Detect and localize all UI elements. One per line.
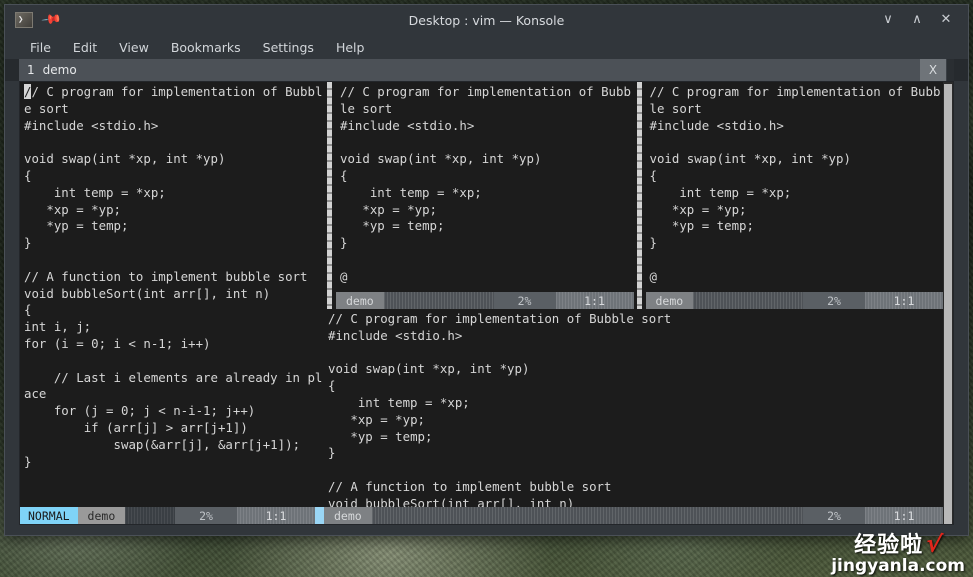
window-controls: ∨ ∧ ✕ [880,12,962,28]
vim-file-left: demo [77,507,126,524]
menu-item-help[interactable]: Help [325,38,376,57]
pin-icon[interactable]: 📌 [40,9,62,31]
close-button[interactable]: ✕ [938,12,954,28]
vim-pane-left[interactable]: // C program for implementation of Bubbl… [20,82,324,524]
menu-item-settings[interactable]: Settings [252,38,325,57]
watermark-url: jingyanla.com [831,556,965,576]
close-tab-button[interactable]: X [920,59,946,81]
check-icon: √ [924,529,944,559]
window-titlebar: 📌 Desktop : vim — Konsole ∨ ∧ ✕ [5,5,968,35]
vim-file-middle: demo [336,292,384,309]
vim-pane-middle-text[interactable]: // C program for implementation of Bubbl… [336,82,634,292]
minimize-button[interactable]: ∨ [880,12,896,28]
terminal-area[interactable]: // C program for implementation of Bubbl… [19,81,954,525]
vim-statusline-right: demo 2% 1:1 [645,292,943,309]
terminal-scrollbar-thumb[interactable] [944,84,952,524]
menu-item-edit[interactable]: Edit [62,38,108,57]
vim-statusline-filler-middle [383,292,494,309]
vim-pane-bottom-text[interactable]: // C program for implementation of Bubbl… [324,309,943,507]
konsole-window: 📌 Desktop : vim — Konsole ∨ ∧ ✕ File Edi… [4,4,969,536]
vim-percent-left: 2% [175,507,237,524]
tab-number: 1 [27,63,35,77]
vim-position-middle: 1:1 [555,292,634,309]
titlebar-left-icons: 📌 [11,9,62,31]
watermark-chinese-text: 经验啦 [854,533,924,558]
vim-vertical-split-1[interactable] [324,82,336,309]
vim-pane-left-code: / C program for implementation of Bubble… [24,84,323,469]
vim-pane-right[interactable]: // C program for implementation of Bubbl… [645,82,944,309]
vim-pane-middle[interactable]: // C program for implementation of Bubbl… [336,82,634,309]
tab-label: demo [42,63,77,77]
vim-percent-right: 2% [803,292,865,309]
maximize-button[interactable]: ∧ [909,12,925,28]
window-title: Desktop : vim — Konsole [408,12,565,28]
vim-pane-bottom[interactable]: // C program for implementation of Bubbl… [324,309,943,524]
vim-top-row: // C program for implementation of Bubbl… [20,82,944,524]
menu-item-file[interactable]: File [19,38,62,57]
vim-percent-bottom: 2% [803,507,865,524]
vim-pane-right-text[interactable]: // C program for implementation of Bubbl… [646,82,944,292]
vim-window-grid: // C program for implementation of Bubbl… [20,82,943,524]
vim-statusline-end-left [315,507,324,524]
vim-statusline-left: NORMAL demo 2% 1:1 [20,507,324,524]
vim-mode-badge: NORMAL [20,507,78,524]
menu-item-view[interactable]: View [108,38,160,57]
vim-statusline-filler-right [693,292,803,309]
vim-statusline-filler-bottom [371,507,803,524]
vim-pane-left-text[interactable]: // C program for implementation of Bubbl… [20,82,324,507]
vim-statusline-filler-left [125,507,175,524]
tab-demo[interactable]: 1 demo [19,59,89,81]
terminal-scrollbar[interactable] [943,82,953,524]
terminal-icon [15,12,33,28]
vim-file-bottom: demo [324,507,372,524]
tabbar-scroll-edge [946,59,954,81]
vim-position-bottom: 1:1 [865,507,943,524]
watermark: 经验啦√ jingyanla.com [831,529,965,576]
vim-position-left: 1:1 [237,507,315,524]
vim-vertical-split-2[interactable] [633,82,646,309]
menu-item-bookmarks[interactable]: Bookmarks [160,38,252,57]
vim-statusline-bottom: demo 2% 1:1 [324,507,943,524]
tabbar: 1 demo X [5,59,968,81]
vim-statusline-middle: demo 2% 1:1 [336,292,634,309]
menubar: File Edit View Bookmarks Settings Help [5,35,968,59]
vim-percent-middle: 2% [493,292,556,309]
tab-strip: 1 demo X [19,59,946,81]
vim-position-right: 1:1 [865,292,943,309]
vim-file-right: demo [645,292,694,309]
